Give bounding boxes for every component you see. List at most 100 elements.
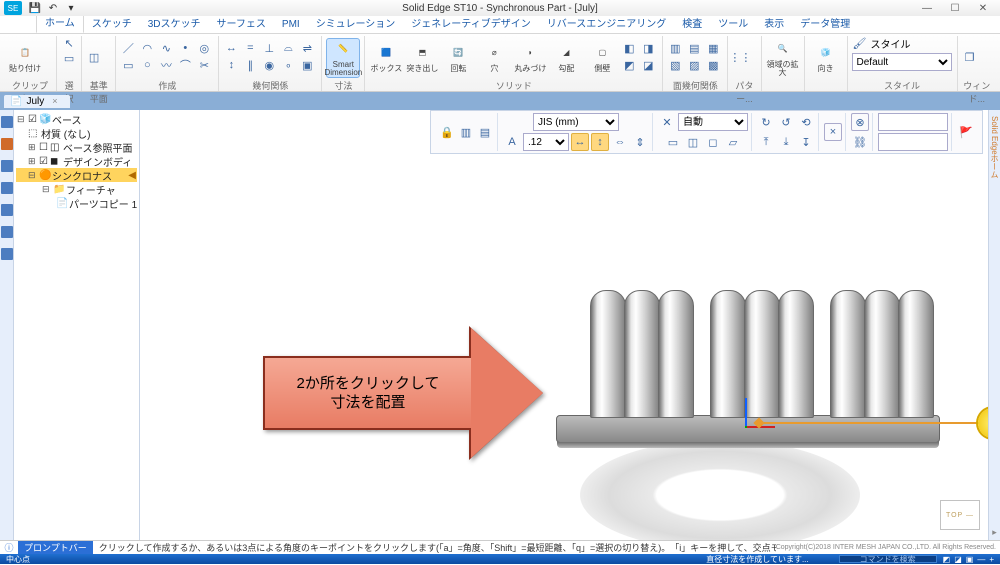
smart-dimension-button[interactable]: 📏Smart Dimension	[326, 38, 360, 78]
point-icon[interactable]: •	[177, 41, 193, 55]
offset-icon[interactable]: ◎	[196, 41, 212, 55]
rigid-icon[interactable]: ▣	[299, 58, 315, 72]
coinc-icon[interactable]: ∘	[280, 58, 296, 72]
lt-icon-5[interactable]	[1, 204, 13, 216]
solid-misc3-icon[interactable]: ◩	[621, 58, 637, 72]
opt-c-icon[interactable]: ◻	[704, 133, 722, 151]
equal-icon[interactable]: =	[242, 41, 258, 55]
tol-select[interactable]: 自動	[678, 113, 748, 131]
tol-icon[interactable]: ✕	[658, 113, 676, 131]
close-button[interactable]: ✕	[970, 1, 996, 15]
right-sidebar-label[interactable]: Solid Edgeホーム	[989, 116, 1000, 179]
maximize-button[interactable]: ☐	[942, 1, 968, 15]
pattern-icon[interactable]: ⋮⋮	[732, 51, 748, 65]
zoomarea-button[interactable]: 🔍領域の拡大	[766, 38, 800, 78]
lt-icon-7[interactable]	[1, 248, 13, 260]
opt-d-icon[interactable]: ▱	[724, 133, 742, 151]
lt-icon-2[interactable]	[1, 138, 13, 150]
document-tab[interactable]: 📄 July ×	[4, 95, 70, 108]
line-icon[interactable]: ／	[120, 41, 136, 55]
opt-chain-icon[interactable]: ⛓	[851, 133, 869, 151]
lt-icon-1[interactable]	[1, 116, 13, 128]
paste-button[interactable]: 📋貼り付け	[8, 38, 42, 78]
conc-icon[interactable]: ◉	[261, 58, 277, 72]
status-ic1[interactable]: ◩	[943, 555, 951, 564]
right-collapse-icon[interactable]: ▸	[992, 527, 997, 538]
undo-icon[interactable]: ↶	[46, 1, 60, 15]
pathfinder-tree[interactable]: ⊟☑🧊ベース ⬚材質 (なし) ⊞☐◫ベース参照平面 ⊞☑◼デザインボディ ⊟🟠…	[14, 110, 140, 544]
doc-close-icon[interactable]: ×	[52, 96, 57, 106]
status-ic2[interactable]: ◪	[954, 555, 962, 564]
rot3-icon[interactable]: ⟲	[797, 113, 815, 131]
draft-button[interactable]: ◢勾配	[549, 38, 583, 78]
qat-more-icon[interactable]: ▾	[64, 1, 78, 15]
dimtype3-icon[interactable]: ⇔	[611, 133, 629, 151]
opt-a-icon[interactable]: ▭	[664, 133, 682, 151]
tan-icon[interactable]: ⌓	[280, 41, 296, 55]
lt-icon-3[interactable]	[1, 160, 13, 172]
style-select[interactable]: Default	[852, 53, 952, 71]
app-icon[interactable]: SE	[4, 1, 22, 15]
textheight-select[interactable]: .12	[523, 133, 569, 151]
extrude-button[interactable]: ⬒突き出し	[405, 38, 439, 78]
tree-partcopy[interactable]: 📄パーツコピー 1	[16, 196, 137, 210]
hole-button[interactable]: ⌀穴	[477, 38, 511, 78]
facerel4-icon[interactable]: ▧	[667, 58, 683, 72]
solid-misc1-icon[interactable]: ◧	[621, 41, 637, 55]
opt-x-button[interactable]: ×	[824, 123, 842, 141]
lt-icon-4[interactable]	[1, 182, 13, 194]
model-base[interactable]	[556, 415, 940, 443]
tree-designbody[interactable]: ⊞☑◼デザインボディ	[16, 154, 137, 168]
arc-icon[interactable]: ◠	[139, 41, 155, 55]
box-button[interactable]: 🟦ボックス	[369, 38, 403, 78]
perp-icon[interactable]: ⊥	[261, 41, 277, 55]
opt-x2-button[interactable]: ⊗	[851, 113, 869, 131]
graphics-viewport[interactable]: 🔒 ▥ ▤ JIS (mm) A .12 ↔ ↕ ⇔ ⇕ ✕ 自動	[140, 110, 988, 544]
opt-lock-icon[interactable]: 🔒	[438, 123, 456, 141]
facerel3-icon[interactable]: ▦	[705, 41, 721, 55]
tree-synchronous[interactable]: ⊟🟠シンクロナス◀	[16, 168, 137, 182]
select-icon[interactable]: ↖	[61, 36, 77, 50]
revolve-button[interactable]: 🔄回転	[441, 38, 475, 78]
opt-axis1-icon[interactable]: ▥	[457, 123, 475, 141]
orient-button[interactable]: 🧊向き	[809, 38, 843, 78]
opt-axis2-icon[interactable]: ▤	[476, 123, 494, 141]
opt-b-icon[interactable]: ◫	[684, 133, 702, 151]
curve-icon[interactable]: ∿	[158, 41, 174, 55]
trim-icon[interactable]: ✂	[196, 58, 212, 72]
save-icon[interactable]: 💾	[28, 1, 42, 15]
dim-standard-select[interactable]: JIS (mm)	[533, 113, 619, 131]
spline-icon[interactable]: 〰	[158, 58, 174, 72]
facerel6-icon[interactable]: ▩	[705, 58, 721, 72]
model-cylinders[interactable]	[590, 290, 934, 418]
facerel5-icon[interactable]: ▨	[686, 58, 702, 72]
status-ic3[interactable]: ▣	[966, 555, 974, 564]
command-finder-input[interactable]: コマンドを検索	[839, 555, 937, 563]
value1-input[interactable]	[878, 113, 948, 131]
lt-icon-6[interactable]	[1, 226, 13, 238]
window-icon[interactable]: ❐	[962, 51, 978, 65]
status-ic4[interactable]: —	[977, 555, 985, 564]
dimtype1-icon[interactable]: ↔	[571, 133, 589, 151]
dimtype4-icon[interactable]: ⇕	[631, 133, 649, 151]
sym-icon[interactable]: ⇌	[299, 41, 315, 55]
solid-misc4-icon[interactable]: ◪	[640, 58, 656, 72]
tree-baseplanes[interactable]: ⊞☐◫ベース参照平面	[16, 140, 137, 154]
plane-icon[interactable]: ◫	[86, 51, 102, 65]
circle-icon[interactable]: ○	[139, 58, 155, 72]
status-ic5[interactable]: +	[989, 555, 994, 564]
tree-material[interactable]: ⬚材質 (なし)	[16, 126, 137, 140]
horiz-icon[interactable]: ↔	[223, 41, 239, 55]
minimize-button[interactable]: —	[914, 1, 940, 15]
place3-icon[interactable]: ↧	[797, 133, 815, 151]
place1-icon[interactable]: ⤒	[757, 133, 775, 151]
facerel2-icon[interactable]: ▤	[686, 41, 702, 55]
facerel1-icon[interactable]: ▥	[667, 41, 683, 55]
rect-icon[interactable]: ▭	[120, 58, 136, 72]
solid-misc2-icon[interactable]: ◨	[640, 41, 656, 55]
view-cube[interactable]: TOP —	[940, 500, 980, 530]
dimension-cursor-icon[interactable]	[978, 408, 988, 438]
value2-input[interactable]	[878, 133, 948, 151]
tab-pmi[interactable]: PMI	[274, 16, 308, 33]
tree-root[interactable]: ⊟☑🧊ベース	[16, 112, 137, 126]
